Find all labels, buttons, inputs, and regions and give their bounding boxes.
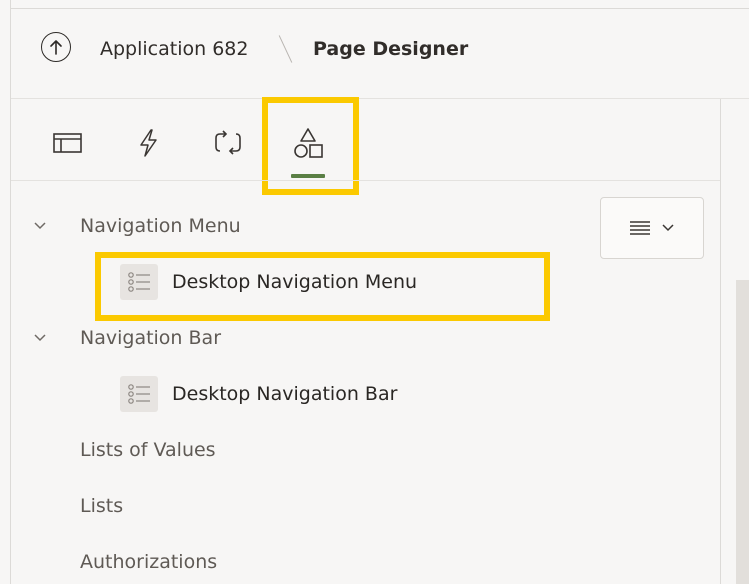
breadcrumb-application[interactable]: Application 682	[100, 38, 248, 60]
tree-item-lists[interactable]: Lists	[80, 495, 123, 517]
lightning-icon	[140, 129, 157, 157]
tab-processing[interactable]	[203, 110, 253, 176]
tree-group-navigation-bar[interactable]: Navigation Bar	[80, 327, 221, 349]
tab-dynamic-actions[interactable]	[123, 110, 173, 176]
navigation-bar-toggle[interactable]	[33, 331, 47, 345]
hamburger-icon	[630, 221, 650, 235]
tabs-divider	[11, 180, 720, 181]
panel-divider	[720, 99, 721, 584]
tree-group-navigation-menu[interactable]: Navigation Menu	[80, 215, 241, 237]
chevron-down-icon	[34, 334, 46, 342]
right-panel-scrollbar[interactable]	[736, 280, 749, 584]
navigate-up-button[interactable]	[41, 32, 71, 62]
list-icon	[120, 376, 158, 412]
tree-item-authorizations[interactable]: Authorizations	[80, 551, 217, 573]
refresh-icon	[215, 130, 241, 155]
list-icon	[120, 264, 158, 300]
chevron-down-icon	[34, 222, 46, 230]
tab-shared-components[interactable]	[283, 110, 333, 176]
tree-view-menu-button[interactable]	[600, 197, 704, 259]
navigation-menu-toggle[interactable]	[33, 219, 47, 233]
tab-rendering[interactable]	[43, 110, 93, 176]
shapes-icon	[294, 128, 323, 158]
chevron-down-icon	[662, 224, 674, 232]
tree-item-desktop-navigation-bar[interactable]: Desktop Navigation Bar	[172, 383, 397, 405]
active-tab-indicator	[291, 174, 325, 178]
header-divider	[11, 98, 749, 99]
tree-item-desktop-navigation-menu[interactable]: Desktop Navigation Menu	[172, 271, 417, 293]
arrow-up-icon	[50, 40, 62, 55]
breadcrumb-page-designer: Page Designer	[313, 38, 469, 60]
tree-item-lists-of-values[interactable]: Lists of Values	[80, 439, 216, 461]
layout-icon	[53, 133, 82, 153]
